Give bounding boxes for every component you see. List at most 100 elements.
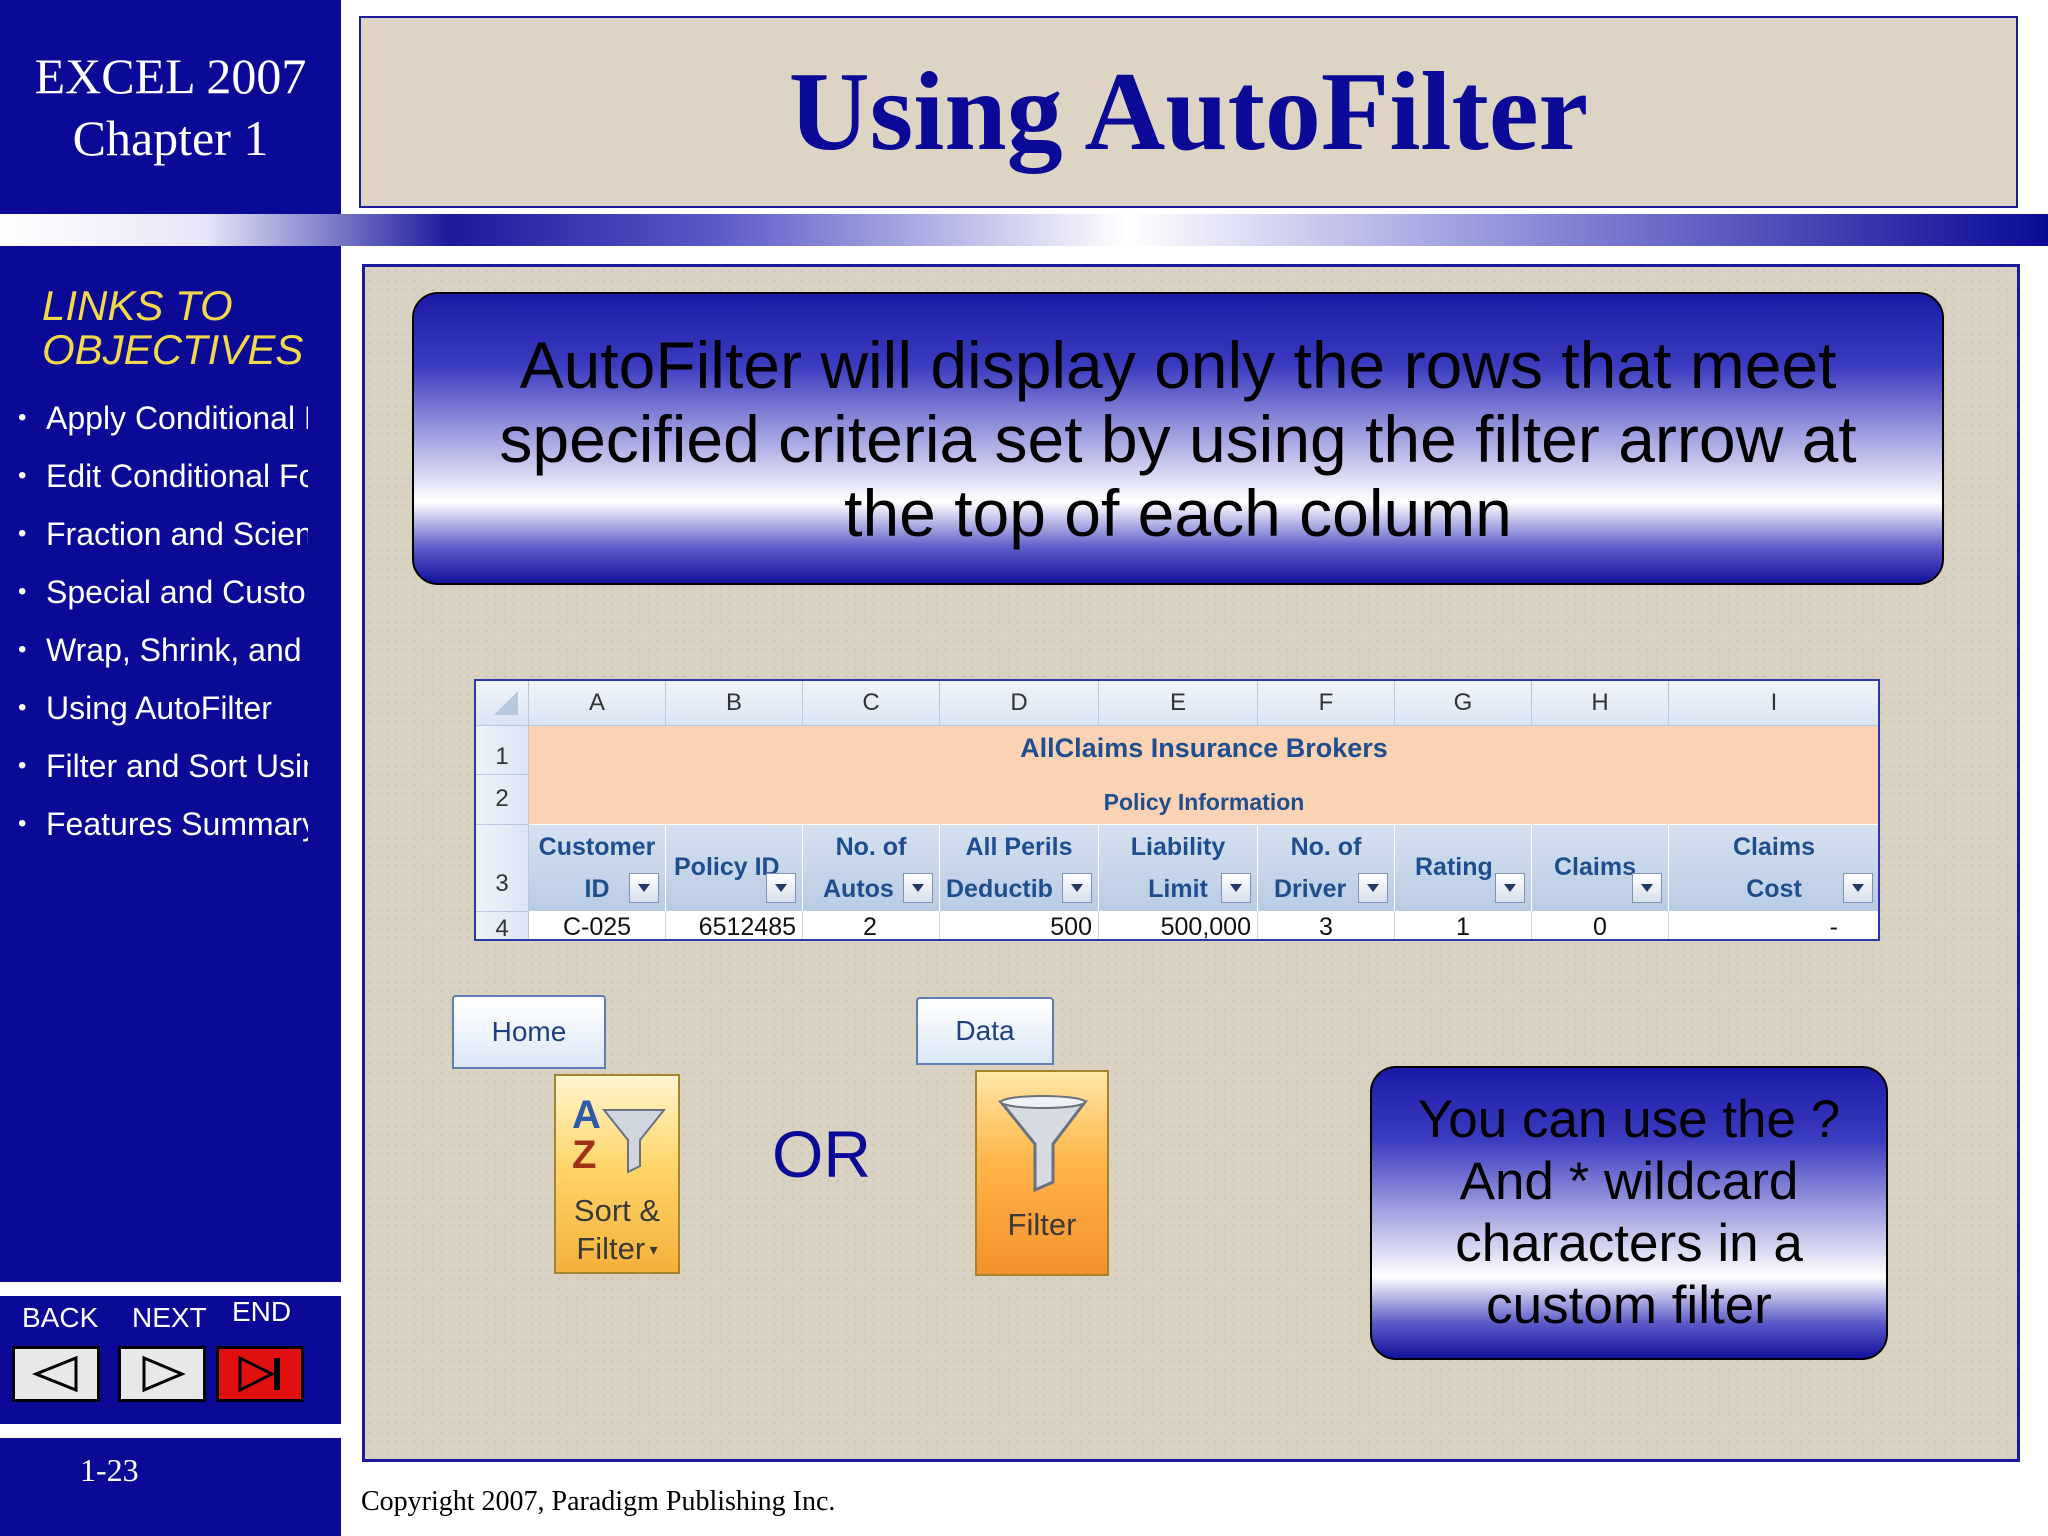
dropdown-arrow-icon [912,884,924,892]
select-all-corner[interactable] [476,681,529,726]
home-tab[interactable]: Home [452,995,606,1069]
select-all-triangle-icon [494,691,518,715]
back-button[interactable] [12,1346,100,1402]
row-header[interactable]: 2 [476,775,529,825]
row-header[interactable]: 3 [476,825,529,912]
funnel-icon [997,1095,1089,1192]
column-header[interactable]: F [1258,681,1395,726]
wildcard-tip-callout: You can use the ? And * wildcard charact… [1370,1066,1888,1360]
sort-filter-label-line2: Filter [576,1231,646,1266]
title-panel: Using AutoFilter [359,16,2018,208]
objective-link[interactable]: • Special and Custom [18,570,308,628]
filter-arrow-button[interactable] [1062,873,1092,903]
row-header[interactable]: 4 [476,912,529,939]
header-line: Claims [1733,833,1815,861]
page-number: 1-23 [80,1452,139,1488]
bullet-icon: • [18,404,27,431]
dropdown-arrow-icon [1641,884,1653,892]
links-heading: LINKS TO OBJECTIVES [42,284,332,372]
data-cell[interactable]: 500 [940,912,1099,939]
column-header[interactable]: B [666,681,803,726]
svg-text:A: A [572,1093,601,1137]
slide-title: Using AutoFilter [788,49,1589,174]
column-header[interactable]: I [1669,681,1878,726]
objective-link[interactable]: • Apply Conditional Fo [18,396,308,454]
dropdown-arrow-icon [1504,884,1516,892]
nav-separator [0,1424,341,1438]
objective-label: Edit Conditional Forn [46,458,308,494]
data-cell[interactable]: 6512485 [666,912,803,939]
dropdown-arrow-icon [1367,884,1379,892]
header-cell-liability-limit: Liability Limit [1099,825,1258,911]
column-header[interactable]: H [1532,681,1669,726]
objective-label: Special and Custom [46,574,308,610]
row-header[interactable]: 1 [476,726,529,775]
column-header[interactable]: G [1395,681,1532,726]
header-line: No. of [1290,833,1362,861]
column-header[interactable]: E [1099,681,1258,726]
data-tab[interactable]: Data [916,997,1054,1065]
svg-text:Z: Z [572,1133,596,1174]
header-cell-policy-id: Policy ID [666,825,803,911]
filter-arrow-button[interactable] [1221,873,1251,903]
data-cell[interactable]: 3 [1258,912,1395,939]
data-cell[interactable]: 1 [1395,912,1532,939]
filter-arrow-button[interactable] [1358,873,1388,903]
header-cell-no-of-drivers: No. of Driver [1258,825,1395,911]
objective-link[interactable]: • Fraction and Scientifi [18,512,308,570]
sort-and-filter-button[interactable]: A Z Sort & Filter ▾ [554,1074,680,1274]
header-cell-claims: Claims [1532,825,1669,911]
filter-arrow-button[interactable] [629,873,659,903]
bullet-icon: • [18,752,27,779]
main-callout: AutoFilter will display only the rows th… [412,292,1944,585]
bullet-icon: • [18,578,27,605]
header-line: Customer [538,833,656,861]
bullet-icon: • [18,636,27,663]
filter-arrow-button[interactable] [1843,873,1873,903]
bullet-icon: • [18,520,27,547]
data-cell[interactable]: 2 [803,912,940,939]
tip-callout-text: You can use the ? And * wildcard charact… [1417,1090,1841,1335]
end-button[interactable] [216,1346,304,1402]
filter-arrow-button[interactable] [1632,873,1662,903]
filter-button[interactable]: Filter [975,1070,1109,1276]
bullet-icon: • [18,694,27,721]
filter-arrow-button[interactable] [766,873,796,903]
objective-label: Using AutoFilter [46,690,272,726]
bullet-icon: • [18,462,27,489]
bullet-icon: • [18,810,27,837]
links-heading-line2: OBJECTIVES [42,326,304,373]
objective-link[interactable]: • Features Summary [18,802,308,860]
header-line: Liability [1130,833,1226,861]
objective-link[interactable]: • Using AutoFilter [18,686,308,744]
or-label: OR [772,1117,871,1191]
next-button[interactable] [118,1346,206,1402]
chapter-title: EXCEL 2007 [34,48,307,104]
objective-link[interactable]: • Filter and Sort Using [18,744,308,802]
objective-label: Fraction and Scientifi [46,516,308,552]
dropdown-arrow-icon [1852,884,1864,892]
data-cell[interactable]: C-025 [529,912,666,939]
objective-label: Filter and Sort Using [46,748,308,784]
objective-label: Features Summary [46,806,308,842]
filter-arrow-button[interactable] [1495,873,1525,903]
header-cell-rating: Rating [1395,825,1532,911]
gradient-stripe [0,214,2048,246]
filter-arrow-button[interactable] [903,873,933,903]
objective-link[interactable]: • Edit Conditional Forn [18,454,308,512]
objective-link[interactable]: • Wrap, Shrink, and Mi [18,628,308,686]
column-header[interactable]: C [803,681,940,726]
column-header[interactable]: A [529,681,666,726]
data-cell[interactable]: - [1669,912,1878,939]
data-cell[interactable]: 500,000 [1099,912,1258,939]
main-callout-text: AutoFilter will display only the rows th… [499,327,1857,550]
end-label: END [232,1296,292,1327]
column-header[interactable]: D [940,681,1099,726]
triangle-right-icon [142,1355,186,1393]
data-cell[interactable]: 0 [1532,912,1669,939]
dropdown-arrow-icon [1230,884,1242,892]
objectives-list: • Apply Conditional Fo • Edit Conditional … [18,396,308,860]
chevron-down-icon: ▾ [645,1241,658,1259]
sheet-subtitle: Policy Information [1103,789,1305,815]
links-heading-line1: LINKS TO [42,282,233,329]
